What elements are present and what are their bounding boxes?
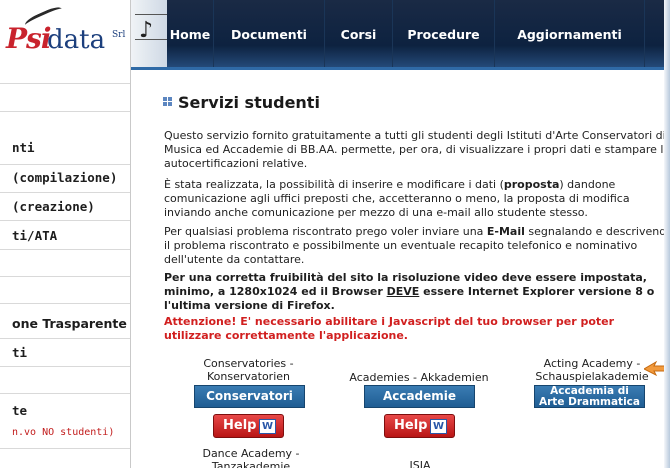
conservatori-label-line2: Konservatorien	[207, 370, 290, 383]
sidebar-divider	[0, 111, 130, 112]
danza-label: Dance Academy - Tanzakademie	[188, 447, 314, 468]
page-title-text: Servizi studenti	[178, 93, 320, 112]
sidebar-divider	[0, 83, 130, 84]
proposal-text-a: È stata realizzata, la possibilità di in…	[164, 178, 504, 191]
logo-psi-text: Psi	[6, 22, 51, 55]
accademie-button[interactable]: Accademie	[364, 385, 475, 408]
accademie-label-line1: Academies - Akkademien	[349, 371, 489, 384]
psidata-logo[interactable]: Psi data Srl	[0, 4, 130, 58]
arte-drammatica-button[interactable]: Accademia di Arte Drammatica	[534, 385, 645, 408]
help-label: Help	[223, 418, 257, 433]
sidebar-item-compilazione[interactable]: (compilazione)	[12, 170, 117, 185]
sidebar-divider	[0, 220, 130, 221]
logo-data-text: data	[47, 25, 106, 55]
music-staff-decoration: ♪	[131, 0, 167, 70]
app-window: Psi data Srl nti (compilazione) (creazio…	[0, 0, 670, 468]
arte-drammatica-button-line2: Arte Drammatica	[539, 396, 640, 408]
window-edge	[664, 0, 670, 468]
word-doc-icon: W	[259, 419, 276, 434]
javascript-warning: Attenzione! E' necessario abilitare i Ja…	[164, 315, 615, 342]
music-note-icon: ♪	[139, 18, 154, 43]
arte-drammatica-label-line1: Acting Academy -	[543, 357, 641, 370]
nav-corsi[interactable]: Corsi	[325, 0, 393, 70]
word-doc-icon: W	[430, 419, 447, 434]
contact-text-a: Per qualsiasi problema riscontrato prego…	[164, 225, 487, 238]
resolution-notice: Per una corretta fruibilità del sito la …	[164, 271, 670, 313]
conservatori-label: Conservatories - Konservatorien	[180, 357, 317, 383]
contact-paragraph: Per qualsiasi problema riscontrato prego…	[164, 225, 670, 267]
sidebar-item-note: n.vo NO studenti)	[12, 427, 115, 438]
accademie-label: Academies - Akkademien	[343, 371, 495, 384]
email-link[interactable]: E-Mail	[487, 225, 525, 238]
danza-label-line1: Dance Academy -	[202, 447, 300, 460]
nav-home[interactable]: Home	[167, 0, 214, 70]
conservatori-help-button[interactable]: Help W	[213, 414, 284, 438]
proposal-bold: proposta	[503, 178, 560, 191]
isia-label: ISIA	[385, 459, 455, 468]
logo-srl-text: Srl	[112, 30, 126, 40]
sidebar-divider	[0, 303, 130, 304]
sidebar-divider	[0, 448, 130, 449]
top-navigation-bar: ♪ Home Documenti Corsi Procedure Aggiorn…	[131, 0, 670, 70]
sidebar-item-trasparente[interactable]: one Trasparente	[12, 316, 127, 331]
sidebar-item-docenti-ata[interactable]: ti/ATA	[12, 228, 57, 243]
resolution-deve: DEVE	[386, 285, 420, 298]
sidebar-divider	[0, 276, 130, 277]
sidebar-item-ti[interactable]: ti	[12, 345, 27, 360]
danza-label-line2: Tanzakademie	[211, 460, 291, 468]
sidebar-divider	[0, 366, 130, 367]
page-title: Servizi studenti	[163, 93, 320, 112]
nav-documenti[interactable]: Documenti	[214, 0, 325, 70]
accademie-help-button[interactable]: Help W	[384, 414, 455, 438]
sidebar-divider	[0, 338, 130, 339]
isia-label-line1: ISIA	[409, 459, 431, 468]
nav-procedure[interactable]: Procedure	[393, 0, 495, 70]
conservatori-label-line1: Conservatories -	[203, 357, 294, 370]
main-menu: Home Documenti Corsi Procedure Aggiornam…	[167, 0, 645, 70]
help-label: Help	[394, 418, 428, 433]
nav-aggiornamenti[interactable]: Aggiornamenti	[495, 0, 645, 70]
sidebar-divider	[0, 164, 130, 165]
bullet-squares-icon	[163, 97, 172, 106]
nav-bottom-stripe	[131, 67, 670, 70]
proposal-paragraph: È stata realizzata, la possibilità di in…	[164, 178, 670, 220]
sidebar-item-studenti[interactable]: nti	[12, 140, 35, 155]
sidebar-divider	[0, 249, 130, 250]
arte-drammatica-label: Acting Academy - Schauspielakademie	[522, 357, 662, 383]
sidebar-item-te[interactable]: te	[12, 403, 27, 418]
sidebar-divider	[0, 192, 130, 193]
sidebar-divider	[0, 393, 130, 394]
intro-paragraph: Questo servizio fornito gratuitamente a …	[164, 129, 670, 170]
sidebar-item-creazione[interactable]: (creazione)	[12, 199, 95, 214]
arte-drammatica-label-line2: Schauspielakademie	[535, 370, 649, 383]
sidebar: Psi data Srl nti (compilazione) (creazio…	[0, 0, 131, 468]
conservatori-button[interactable]: Conservatori	[194, 385, 305, 408]
